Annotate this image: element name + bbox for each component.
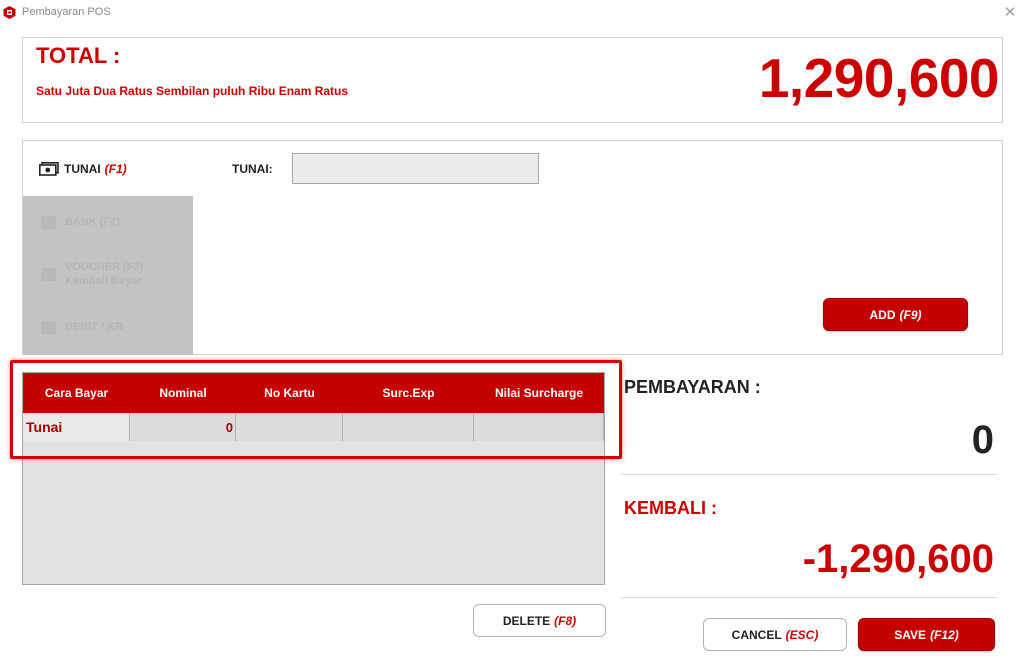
cash-icon: [39, 161, 59, 176]
window-titlebar: Pembayaran POS ✕: [0, 0, 1024, 28]
close-button[interactable]: ✕: [1000, 3, 1020, 23]
summary-divider: [622, 474, 996, 475]
delete-button-label: DELETE: [502, 613, 551, 628]
method-tab-bank[interactable]: BANK (F2): [23, 202, 193, 242]
add-button[interactable]: ADD (F9): [823, 298, 968, 331]
save-button-label: SAVE: [894, 627, 927, 642]
app-logo-icon: [3, 6, 16, 19]
payment-table: Cara Bayar Nominal No Kartu Surc.Exp Nil…: [22, 372, 605, 585]
kembali-amount: -1,290,600: [802, 537, 994, 581]
delete-button-key: (F8): [554, 613, 577, 628]
save-button-key: (F12): [930, 627, 959, 642]
method-tab-tunai-label: TUNAI: [64, 161, 101, 176]
method-tab-voucher[interactable]: VOUCHER (F3) Kembali Bayar: [23, 254, 193, 294]
pembayaran-label: PEMBAYARAN :: [624, 377, 761, 397]
column-header-no-kartu[interactable]: No Kartu: [236, 373, 343, 413]
method-tab-voucher-sublabel: Kembali Bayar: [65, 275, 142, 287]
add-button-label: ADD: [869, 307, 896, 322]
cancel-button-key: (ESC): [785, 627, 819, 642]
card-icon: [41, 215, 56, 229]
pembayaran-amount: 0: [971, 418, 994, 462]
method-tab-debit[interactable]: DEBIT / KR: [23, 307, 193, 347]
cell-surc-exp: [343, 413, 474, 441]
cancel-button[interactable]: CANCEL (ESC): [703, 618, 847, 651]
method-tab-tunai[interactable]: TUNAI (F1): [23, 141, 193, 196]
column-header-surc-exp[interactable]: Surc.Exp: [343, 373, 474, 413]
total-in-words: Satu Juta Dua Ratus Sembilan puluh Ribu …: [36, 84, 349, 98]
tunai-input[interactable]: [292, 153, 539, 184]
tunai-field-label: TUNAI:: [232, 162, 273, 176]
debit-card-icon: [41, 320, 56, 334]
method-tab-bank-label: BANK (F2): [65, 216, 120, 228]
column-header-nilai-surcharge[interactable]: Nilai Surcharge: [474, 373, 604, 413]
column-header-cara-bayar[interactable]: Cara Bayar: [23, 373, 130, 413]
cell-cara-bayar: Tunai: [23, 413, 130, 441]
save-button[interactable]: SAVE (F12): [858, 618, 995, 651]
cell-nilai-surcharge: [474, 413, 604, 441]
cancel-button-label: CANCEL: [731, 627, 782, 642]
total-label: TOTAL :: [36, 43, 121, 68]
kembali-label: KEMBALI :: [624, 498, 717, 518]
voucher-icon: [41, 267, 56, 281]
window-title: Pembayaran POS: [22, 6, 111, 18]
total-amount: 1,290,600: [758, 47, 1000, 109]
summary-divider-bottom: [622, 597, 996, 598]
method-tab-voucher-label: VOUCHER (F3): [65, 261, 144, 273]
delete-button[interactable]: DELETE (F8): [473, 604, 606, 637]
cell-nominal: 0: [130, 413, 236, 441]
column-header-nominal[interactable]: Nominal: [130, 373, 236, 413]
cell-no-kartu: [236, 413, 343, 441]
total-panel: TOTAL : Satu Juta Dua Ratus Sembilan pul…: [22, 37, 1003, 123]
method-list-disabled: BANK (F2) VOUCHER (F3) Kembali Bayar DEB…: [23, 196, 193, 355]
method-tab-tunai-key: (F1): [104, 161, 127, 176]
add-button-key: (F9): [899, 307, 922, 322]
method-tab-debit-label: DEBIT / KR: [65, 321, 124, 333]
table-header: Cara Bayar Nominal No Kartu Surc.Exp Nil…: [23, 373, 604, 413]
table-row[interactable]: Tunai 0: [23, 413, 604, 441]
payment-method-panel: TUNAI (F1) BANK (F2) VOUCHER (F3) Kembal…: [22, 140, 1003, 355]
